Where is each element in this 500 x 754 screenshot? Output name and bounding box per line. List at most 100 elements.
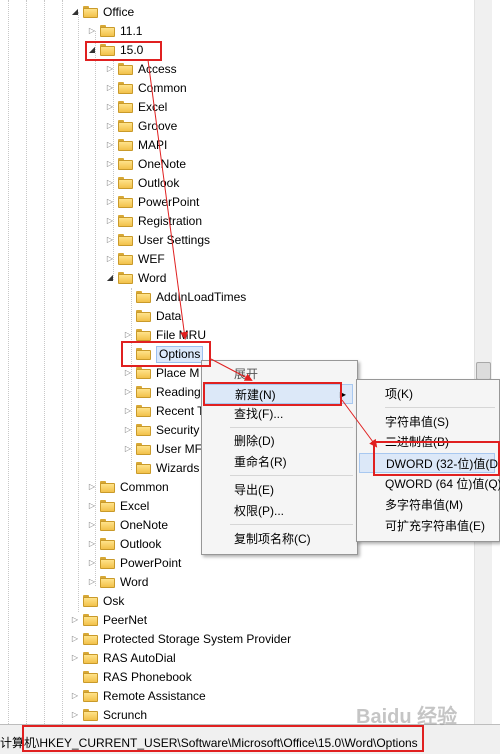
collapsed-arrow-icon[interactable]: ▷ — [105, 216, 115, 226]
tree-node-excel[interactable]: ▷ Excel — [105, 98, 474, 117]
collapsed-arrow-icon[interactable]: ▷ — [87, 26, 97, 36]
tree-node-label: Scrunch — [103, 708, 148, 722]
tree-node-file-mru[interactable]: ▷ File MRU — [123, 326, 474, 345]
collapsed-arrow-icon[interactable]: ▷ — [87, 539, 97, 549]
folder-icon — [136, 310, 151, 322]
tree-node-common[interactable]: ▷ Common — [105, 79, 474, 98]
ctx-menu-item-4[interactable]: 删除(D) — [204, 431, 353, 451]
collapsed-arrow-icon[interactable]: ▷ — [87, 577, 97, 587]
collapsed-arrow-icon[interactable]: ▷ — [70, 615, 80, 625]
folder-icon — [136, 462, 151, 474]
expanded-arrow-icon[interactable]: ◢ — [105, 273, 115, 283]
expanded-arrow-icon[interactable]: ◢ — [87, 45, 97, 55]
folder-icon — [100, 576, 115, 588]
tree-node-mapi[interactable]: ▷ MAPI — [105, 136, 474, 155]
tree-node-osk[interactable]: Osk — [70, 592, 474, 611]
collapsed-arrow-icon[interactable]: ▷ — [123, 330, 133, 340]
tree-node-label: Remote Assistance — [103, 689, 206, 703]
new-submenu: 项(K) 字符串值(S) 二进制值(B) DWORD (32-位)值(D) QWORD … — [356, 379, 500, 542]
collapsed-arrow-icon[interactable]: ▷ — [105, 64, 115, 74]
collapsed-arrow-icon[interactable]: ▷ — [105, 197, 115, 207]
collapsed-arrow-icon[interactable]: ▷ — [87, 482, 97, 492]
tree-node-protected-storage-system-provider[interactable]: ▷ Protected Storage System Provider — [70, 630, 474, 649]
tree-node-wef[interactable]: ▷ WEF — [105, 250, 474, 269]
collapsed-arrow-icon[interactable]: ▷ — [105, 178, 115, 188]
collapsed-arrow-icon[interactable]: ▷ — [70, 691, 80, 701]
sub-menu-item-2[interactable]: 字符串值(S) — [359, 412, 495, 432]
collapsed-arrow-icon[interactable]: ▷ — [87, 501, 97, 511]
collapsed-arrow-icon[interactable]: ▷ — [123, 368, 133, 378]
tree-node-outlook[interactable]: ▷ Outlook — [105, 174, 474, 193]
tree-node-ras-autodial[interactable]: ▷ RAS AutoDial — [70, 649, 474, 668]
collapsed-arrow-icon[interactable]: ▷ — [105, 254, 115, 264]
status-path: 计算机\HKEY_CURRENT_USER\Software\Microsoft… — [0, 736, 418, 750]
ctx-menu-item-8[interactable]: 权限(P)... — [204, 501, 353, 521]
tree-node-label: Data — [156, 309, 182, 323]
tree-node-user-settings[interactable]: ▷ User Settings — [105, 231, 474, 250]
tree-node-word[interactable]: ◢ Word — [105, 269, 474, 288]
ctx-menu-item-7[interactable]: 导出(E) — [204, 480, 353, 500]
tree-node-registration[interactable]: ▷ Registration — [105, 212, 474, 231]
sub-menu-item-5[interactable]: QWORD (64 位)值(Q) — [359, 474, 500, 494]
tree-node-label: RAS Phonebook — [103, 670, 192, 684]
tree-node-addinloadtimes[interactable]: AddInLoadTimes — [123, 288, 474, 307]
scrollbar-thumb[interactable] — [476, 362, 491, 380]
collapsed-arrow-icon[interactable]: ▷ — [70, 653, 80, 663]
menu-separator — [385, 407, 495, 408]
ctx-menu-item-5[interactable]: 重命名(R) — [204, 452, 353, 472]
collapsed-arrow-icon[interactable]: ▷ — [105, 121, 115, 131]
tree-node-onenote[interactable]: ▷ OneNote — [105, 155, 474, 174]
collapsed-arrow-icon[interactable]: ▷ — [105, 235, 115, 245]
expanded-arrow-icon[interactable]: ◢ — [70, 7, 80, 17]
tree-node-peernet[interactable]: ▷ PeerNet — [70, 611, 474, 630]
tree-node-label: User Settings — [138, 233, 211, 247]
tree-node-powerpoint[interactable]: ▷ PowerPoint — [105, 193, 474, 212]
collapsed-arrow-icon[interactable]: ▷ — [123, 425, 133, 435]
tree-node-data[interactable]: Data — [123, 307, 474, 326]
collapsed-arrow-icon[interactable]: ▷ — [70, 710, 80, 720]
menu-item-label: 可扩充字符串值(E) — [385, 519, 485, 533]
tree-node-word[interactable]: ▷ Word — [87, 573, 474, 592]
collapsed-arrow-icon[interactable]: ▷ — [105, 140, 115, 150]
tree-node-office[interactable]: ◢ Office — [70, 3, 474, 22]
tree-node-ras-phonebook[interactable]: RAS Phonebook — [70, 668, 474, 687]
tree-guide-line — [62, 0, 63, 724]
ctx-menu-item-2[interactable]: 查找(F)... — [204, 404, 353, 424]
folder-icon — [136, 329, 151, 341]
sub-menu-item-0[interactable]: 项(K) — [359, 384, 495, 404]
collapsed-arrow-icon[interactable]: ▷ — [123, 444, 133, 454]
tree-node-label: User MF — [156, 442, 202, 456]
collapsed-arrow-icon[interactable]: ▷ — [87, 520, 97, 530]
tree-node-access[interactable]: ▷ Access — [105, 60, 474, 79]
collapsed-arrow-icon[interactable]: ▷ — [70, 634, 80, 644]
folder-icon — [118, 63, 133, 75]
folder-icon — [100, 25, 115, 37]
sub-menu-item-6[interactable]: 多字符串值(M) — [359, 495, 495, 515]
sub-menu-item-4[interactable]: DWORD (32-位)值(D) — [359, 453, 500, 473]
sub-menu-item-3[interactable]: 二进制值(B) — [359, 432, 495, 452]
sub-menu-item-7[interactable]: 可扩充字符串值(E) — [359, 516, 495, 536]
collapsed-arrow-icon[interactable]: ▷ — [123, 406, 133, 416]
tree-node-label: Access — [138, 62, 177, 76]
folder-icon — [118, 253, 133, 265]
tree-node-15-0[interactable]: ◢ 15.0 — [87, 41, 474, 60]
collapsed-arrow-icon[interactable]: ▷ — [87, 558, 97, 568]
menu-item-label: 展开 — [234, 367, 259, 381]
tree-node-groove[interactable]: ▷ Groove — [105, 117, 474, 136]
tree-node-powerpoint[interactable]: ▷ PowerPoint — [87, 554, 474, 573]
ctx-menu-item-1[interactable]: 新建(N) ▶ — [204, 384, 353, 404]
collapsed-arrow-icon[interactable]: ▷ — [105, 159, 115, 169]
folder-icon — [136, 443, 151, 455]
tree-node-label: PowerPoint — [138, 195, 200, 209]
collapsed-arrow-icon[interactable]: ▷ — [105, 102, 115, 112]
tree-node-label: Groove — [138, 119, 178, 133]
folder-icon — [100, 557, 115, 569]
collapsed-arrow-icon[interactable]: ▷ — [105, 83, 115, 93]
tree-node-label: Office — [103, 5, 135, 19]
tree-node-11-1[interactable]: ▷ 11.1 — [87, 22, 474, 41]
collapsed-arrow-icon[interactable]: ▷ — [123, 387, 133, 397]
ctx-menu-item-0[interactable]: 展开 — [204, 364, 353, 384]
ctx-menu-item-10[interactable]: 复制项名称(C) — [204, 529, 353, 549]
folder-icon — [118, 215, 133, 227]
menu-item-label: 字符串值(S) — [385, 415, 449, 429]
